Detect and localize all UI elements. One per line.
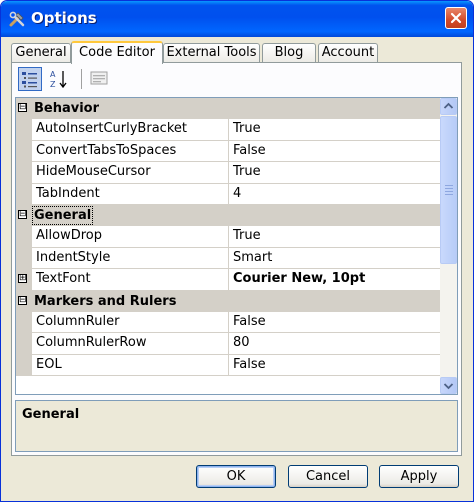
property-pages-icon [90,71,108,85]
collapse-icon[interactable]: ⊟ [18,209,27,219]
property-name: TabIndent [32,183,229,205]
property-grid[interactable]: ⊟ Behavior AutoInsertCurlyBracket True C… [15,97,458,395]
row-gutter [16,119,32,141]
tab-code-editor[interactable]: Code Editor [71,41,163,64]
close-icon [450,12,462,24]
tab-general[interactable]: General [11,43,71,62]
row-gutter [16,226,32,248]
property-value[interactable]: Courier New, 10pt [229,269,441,291]
property-grid-rows: ⊟ Behavior AutoInsertCurlyBracket True C… [16,98,441,377]
property-row[interactable]: ColumnRulerRow 80 [16,333,441,355]
category-behavior[interactable]: ⊟ Behavior [16,98,441,120]
property-value[interactable]: False [229,312,441,334]
row-gutter [16,311,32,334]
row-gutter [16,247,32,270]
svg-text:A: A [50,70,56,79]
categorized-button[interactable] [18,67,42,91]
property-pages-button[interactable] [88,67,112,91]
property-grid-toolbar: A Z [16,66,456,92]
apply-button[interactable]: Apply [379,465,459,488]
property-value[interactable]: True [229,119,441,141]
property-name: TextFont [32,269,229,291]
property-value[interactable]: 80 [229,333,441,355]
property-row[interactable]: EOL False [16,354,441,377]
property-value[interactable]: 4 [229,184,441,205]
expand-icon[interactable]: ⊞ [18,274,27,284]
tools-icon [8,10,26,28]
property-row[interactable]: ⊞ TextFont Courier New, 10pt [16,269,441,291]
property-value[interactable]: True [229,162,441,184]
scroll-up-button[interactable] [440,98,457,115]
tab-external-tools[interactable]: External Tools [163,43,260,62]
category-markers-and-rulers[interactable]: ⊟ Markers and Rulers [16,290,441,312]
close-button[interactable] [445,7,467,29]
property-name: AllowDrop [32,226,229,248]
collapse-icon[interactable]: ⊟ [18,103,27,112]
ok-button[interactable]: OK [196,465,276,488]
chevron-down-icon [443,383,454,390]
window-title: Options [31,9,97,27]
tab-blog[interactable]: Blog [262,43,316,62]
alphabetical-button[interactable]: A Z [47,67,71,91]
description-pane: General [15,400,458,452]
toolbar-separator [81,69,82,89]
row-gutter [16,333,32,355]
options-window: Options General Code Editor External Too… [0,0,474,502]
property-name: HideMouseCursor [32,162,229,184]
scroll-down-button[interactable] [440,377,457,394]
row-gutter [16,183,32,205]
property-value[interactable]: True [229,226,441,248]
property-name: ColumnRulerRow [32,333,229,355]
property-name: ColumnRuler [32,311,229,334]
cancel-button[interactable]: Cancel [288,465,368,488]
property-name: EOL [32,354,229,377]
property-value[interactable]: False [229,355,441,377]
alphabetical-sort-icon: A Z [50,70,67,89]
svg-text:Z: Z [50,80,56,89]
property-name: AutoInsertCurlyBracket [32,119,229,141]
title-bar[interactable]: Options [1,1,473,37]
description-title: General [22,407,80,422]
property-row[interactable]: IndentStyle Smart [16,247,441,270]
row-gutter [16,140,32,163]
category-general[interactable]: ⊟ General [16,204,441,227]
property-row[interactable]: TabIndent 4 [16,183,441,205]
property-row[interactable]: ConvertTabsToSpaces False [16,140,441,163]
property-row[interactable]: HideMouseCursor True [16,162,441,184]
row-gutter [16,162,32,184]
property-row[interactable]: AllowDrop True [16,226,441,248]
scroll-thumb[interactable] [440,116,457,264]
property-value[interactable]: False [229,141,441,163]
property-row[interactable]: ColumnRuler False [16,311,441,334]
vertical-scrollbar[interactable] [440,98,457,394]
dialog-client: General Code Editor External Tools Blog … [5,37,469,497]
category-label: Markers and Rulers [34,293,177,309]
collapse-icon[interactable]: ⊟ [18,295,27,305]
categorized-view-icon [22,72,37,88]
category-label: General [31,205,94,225]
chevron-up-icon [443,102,454,109]
tab-account[interactable]: Account [318,43,378,62]
row-gutter [16,354,32,377]
property-row[interactable]: AutoInsertCurlyBracket True [16,119,441,141]
property-name: ConvertTabsToSpaces [32,140,229,163]
property-value[interactable]: Smart [229,248,441,270]
code-editor-panel: A Z ⊟ Behavior AutoInsertCurlyBracket Tr… [11,62,462,456]
property-name: IndentStyle [32,247,229,270]
category-label: Behavior [34,101,100,116]
tab-strip: General Code Editor External Tools Blog … [11,41,463,64]
